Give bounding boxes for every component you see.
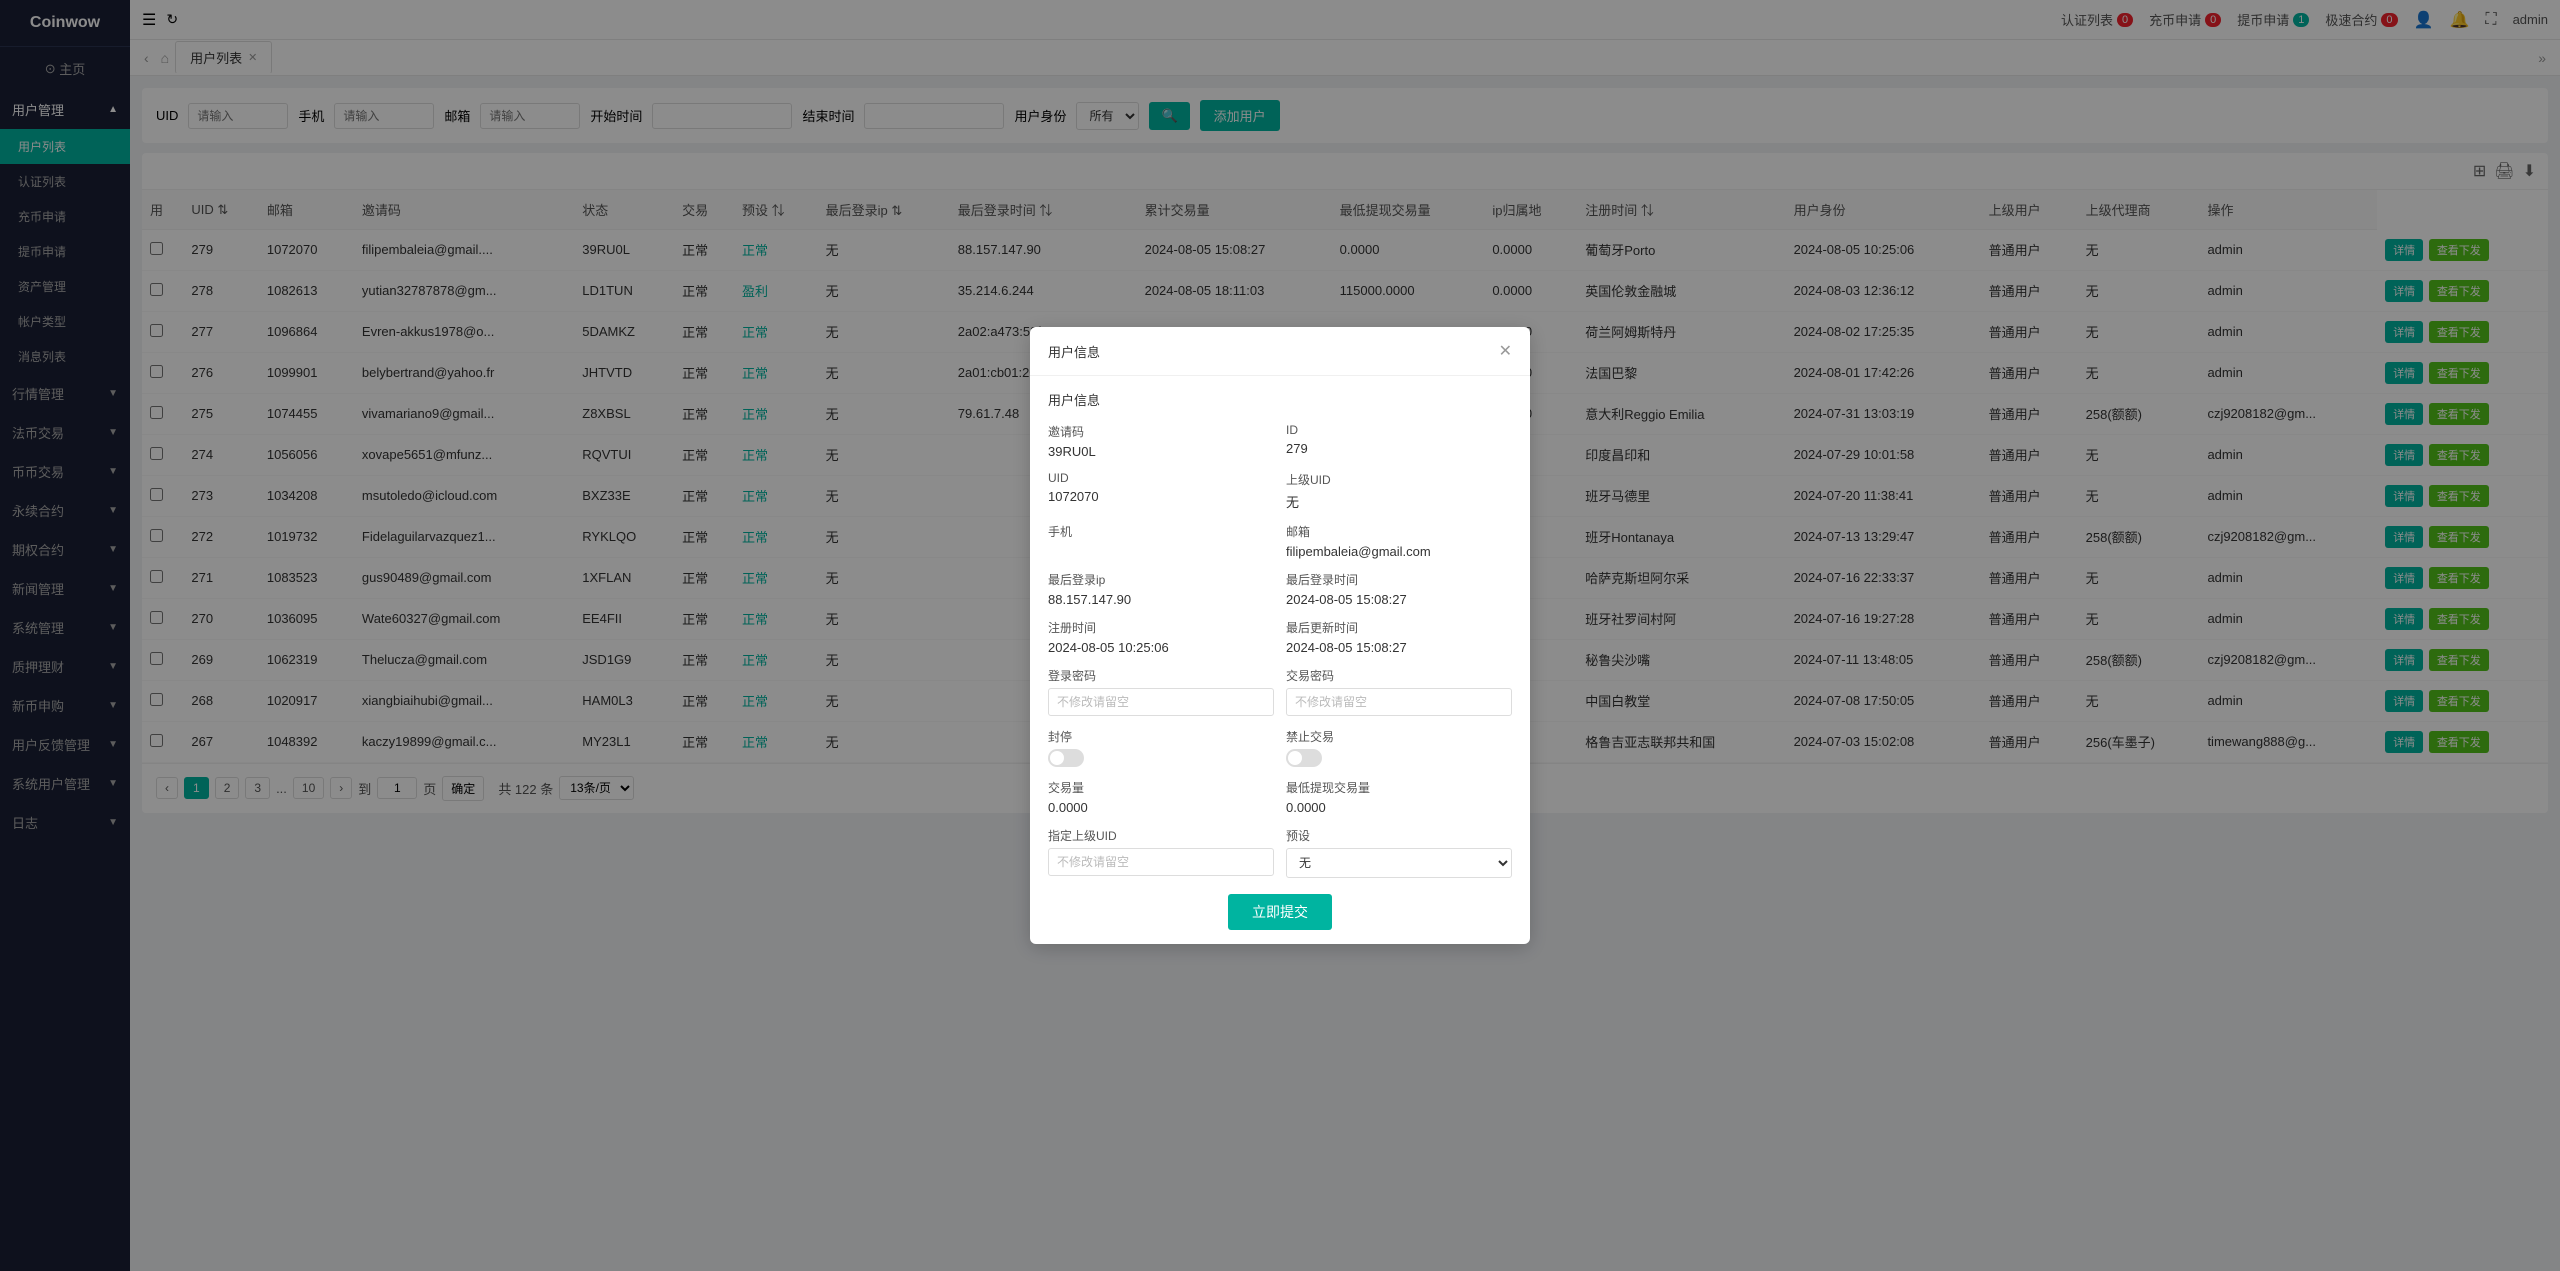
- modal-section-title: 用户信息: [1048, 390, 1512, 409]
- trade-pwd-field: 交易密码: [1286, 667, 1512, 716]
- modal-close-button[interactable]: ✕: [1499, 341, 1512, 361]
- submit-button[interactable]: 立即提交: [1228, 894, 1332, 930]
- phone-value: [1048, 544, 1274, 559]
- uid-label: UID: [1048, 471, 1274, 485]
- login-pwd-input[interactable]: [1048, 688, 1274, 716]
- modal-title: 用户信息: [1048, 342, 1100, 361]
- id-value: 279: [1286, 441, 1512, 456]
- modal-form-row-9: 指定上级UID 预设 无: [1048, 827, 1512, 878]
- last-login-field: 最后登录时间 2024-08-05 15:08:27: [1286, 571, 1512, 607]
- last-update-label: 最后更新时间: [1286, 619, 1512, 636]
- phone-field: 手机: [1048, 523, 1274, 559]
- freeze-field: 封停: [1048, 728, 1274, 767]
- trade-vol-label: 交易量: [1048, 779, 1274, 796]
- last-update-field: 最后更新时间 2024-08-05 15:08:27: [1286, 619, 1512, 655]
- modal-form-row-3: 手机 邮箱 filipembaleia@gmail.com: [1048, 523, 1512, 559]
- reg-time-field: 注册时间 2024-08-05 10:25:06: [1048, 619, 1274, 655]
- phone-label: 手机: [1048, 523, 1274, 540]
- modal-overlay[interactable]: 用户信息 ✕ 用户信息 邀请码 39RU0L ID 279 UID 107207…: [0, 0, 2560, 1271]
- last-ip-value: 88.157.147.90: [1048, 592, 1274, 607]
- disable-trade-field: 禁止交易: [1286, 728, 1512, 767]
- trade-vol-value: 0.0000: [1048, 800, 1274, 815]
- freeze-toggle[interactable]: [1048, 749, 1084, 767]
- last-update-value: 2024-08-05 15:08:27: [1286, 640, 1512, 655]
- reg-time-value: 2024-08-05 10:25:06: [1048, 640, 1274, 655]
- last-ip-field: 最后登录ip 88.157.147.90: [1048, 571, 1274, 607]
- disable-trade-label: 禁止交易: [1286, 728, 1512, 745]
- modal-form-row-1: 邀请码 39RU0L ID 279: [1048, 423, 1512, 459]
- preset-field: 预设 无: [1286, 827, 1512, 878]
- parent-uid-value: 无: [1286, 492, 1512, 511]
- modal-form-row-5: 注册时间 2024-08-05 10:25:06 最后更新时间 2024-08-…: [1048, 619, 1512, 655]
- uid-value: 1072070: [1048, 489, 1274, 504]
- parent-uid-field: 上级UID 无: [1286, 471, 1512, 511]
- disable-trade-toggle-row: [1286, 749, 1512, 767]
- min-withdraw-modal-value: 0.0000: [1286, 800, 1512, 815]
- invite-code-value: 39RU0L: [1048, 444, 1274, 459]
- login-pwd-field: 登录密码: [1048, 667, 1274, 716]
- modal-header: 用户信息 ✕: [1030, 327, 1530, 376]
- email-modal-value: filipembaleia@gmail.com: [1286, 544, 1512, 559]
- modal-form-row-7: 封停 禁止交易: [1048, 728, 1512, 767]
- modal-form-row-8: 交易量 0.0000 最低提现交易量 0.0000: [1048, 779, 1512, 815]
- parent-uid-assign-label: 指定上级UID: [1048, 827, 1274, 844]
- freeze-toggle-row: [1048, 749, 1274, 767]
- parent-uid-label: 上级UID: [1286, 471, 1512, 488]
- id-label: ID: [1286, 423, 1512, 437]
- modal-form-row-2: UID 1072070 上级UID 无: [1048, 471, 1512, 511]
- email-modal-field: 邮箱 filipembaleia@gmail.com: [1286, 523, 1512, 559]
- min-withdraw-modal-label: 最低提现交易量: [1286, 779, 1512, 796]
- id-field: ID 279: [1286, 423, 1512, 459]
- min-withdraw-modal-field: 最低提现交易量 0.0000: [1286, 779, 1512, 815]
- trade-pwd-label: 交易密码: [1286, 667, 1512, 684]
- email-modal-label: 邮箱: [1286, 523, 1512, 540]
- parent-uid-assign-field: 指定上级UID: [1048, 827, 1274, 878]
- login-pwd-label: 登录密码: [1048, 667, 1274, 684]
- preset-select[interactable]: 无: [1286, 848, 1512, 878]
- freeze-label: 封停: [1048, 728, 1274, 745]
- last-login-value: 2024-08-05 15:08:27: [1286, 592, 1512, 607]
- user-info-modal: 用户信息 ✕ 用户信息 邀请码 39RU0L ID 279 UID 107207…: [1030, 327, 1530, 944]
- invite-code-field: 邀请码 39RU0L: [1048, 423, 1274, 459]
- disable-trade-toggle[interactable]: [1286, 749, 1322, 767]
- parent-uid-assign-input[interactable]: [1048, 848, 1274, 876]
- invite-code-label: 邀请码: [1048, 423, 1274, 440]
- trade-pwd-input[interactable]: [1286, 688, 1512, 716]
- last-ip-label: 最后登录ip: [1048, 571, 1274, 588]
- preset-label: 预设: [1286, 827, 1512, 844]
- reg-time-label: 注册时间: [1048, 619, 1274, 636]
- modal-form-row-6: 登录密码 交易密码: [1048, 667, 1512, 716]
- uid-field: UID 1072070: [1048, 471, 1274, 511]
- modal-form-row-4: 最后登录ip 88.157.147.90 最后登录时间 2024-08-05 1…: [1048, 571, 1512, 607]
- modal-body: 用户信息 邀请码 39RU0L ID 279 UID 1072070 上级UID: [1030, 376, 1530, 944]
- last-login-label: 最后登录时间: [1286, 571, 1512, 588]
- trade-vol-field: 交易量 0.0000: [1048, 779, 1274, 815]
